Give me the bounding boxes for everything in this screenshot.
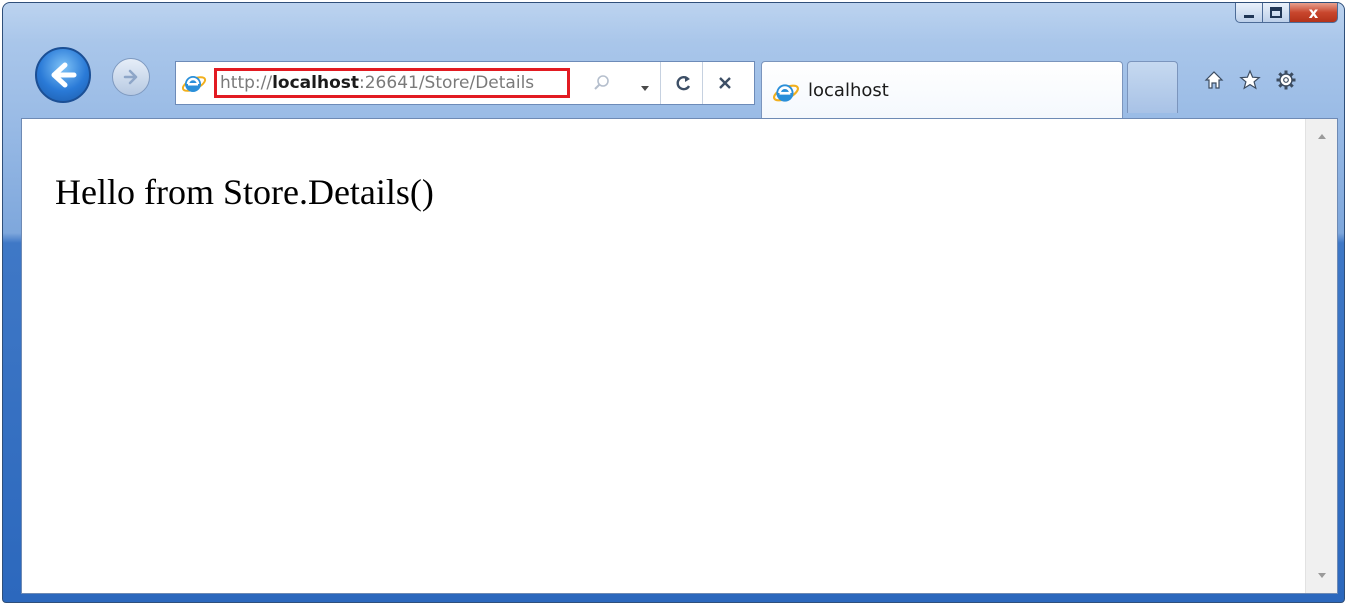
page-viewport: Hello from Store.Details() (21, 118, 1338, 594)
back-button[interactable] (35, 47, 91, 103)
command-icons (1203, 69, 1297, 95)
url-field[interactable]: http://localhost:26641/Store/Details (214, 68, 570, 98)
arrow-left-icon (51, 62, 77, 88)
forward-button[interactable] (112, 58, 150, 96)
close-window-button[interactable]: x (1290, 3, 1338, 23)
maximize-button[interactable] (1263, 3, 1290, 23)
url-prefix: http:// (220, 73, 273, 93)
address-divider (702, 62, 703, 104)
page-body-text: Hello from Store.Details() (55, 172, 434, 212)
close-icon (719, 77, 731, 89)
new-tab-button[interactable] (1127, 61, 1178, 113)
chevron-down-icon[interactable] (640, 78, 650, 97)
address-divider (660, 62, 661, 104)
chevron-up-icon (1317, 134, 1326, 139)
tab-title: localhost (808, 80, 889, 101)
maximize-icon (1270, 6, 1282, 18)
scroll-down-button[interactable] (1306, 559, 1337, 593)
gear-icon[interactable] (1275, 69, 1297, 95)
url-path: :26641/Store/Details (359, 73, 535, 93)
scroll-up-button[interactable] (1306, 119, 1337, 153)
minimize-button[interactable] (1235, 3, 1263, 23)
refresh-button[interactable] (668, 71, 700, 95)
ie-logo-icon (772, 84, 800, 102)
browser-window: x http://localhost:26641/Store/Details (2, 2, 1345, 603)
url-host: localhost (272, 73, 360, 93)
search-icon[interactable] (593, 74, 611, 96)
home-icon[interactable] (1203, 69, 1225, 95)
arrow-right-icon (123, 69, 138, 85)
ie-logo-icon (181, 76, 207, 92)
window-caption-buttons: x (1235, 3, 1338, 25)
star-icon[interactable] (1239, 69, 1261, 95)
chevron-down-icon (1317, 573, 1326, 578)
vertical-scrollbar[interactable] (1305, 119, 1337, 593)
refresh-icon (676, 76, 691, 91)
address-bar[interactable]: http://localhost:26641/Store/Details (175, 61, 755, 105)
tab-localhost[interactable]: localhost (761, 61, 1123, 119)
close-icon: x (1308, 3, 1319, 22)
minimize-icon (1244, 14, 1254, 18)
stop-button[interactable] (709, 71, 741, 95)
